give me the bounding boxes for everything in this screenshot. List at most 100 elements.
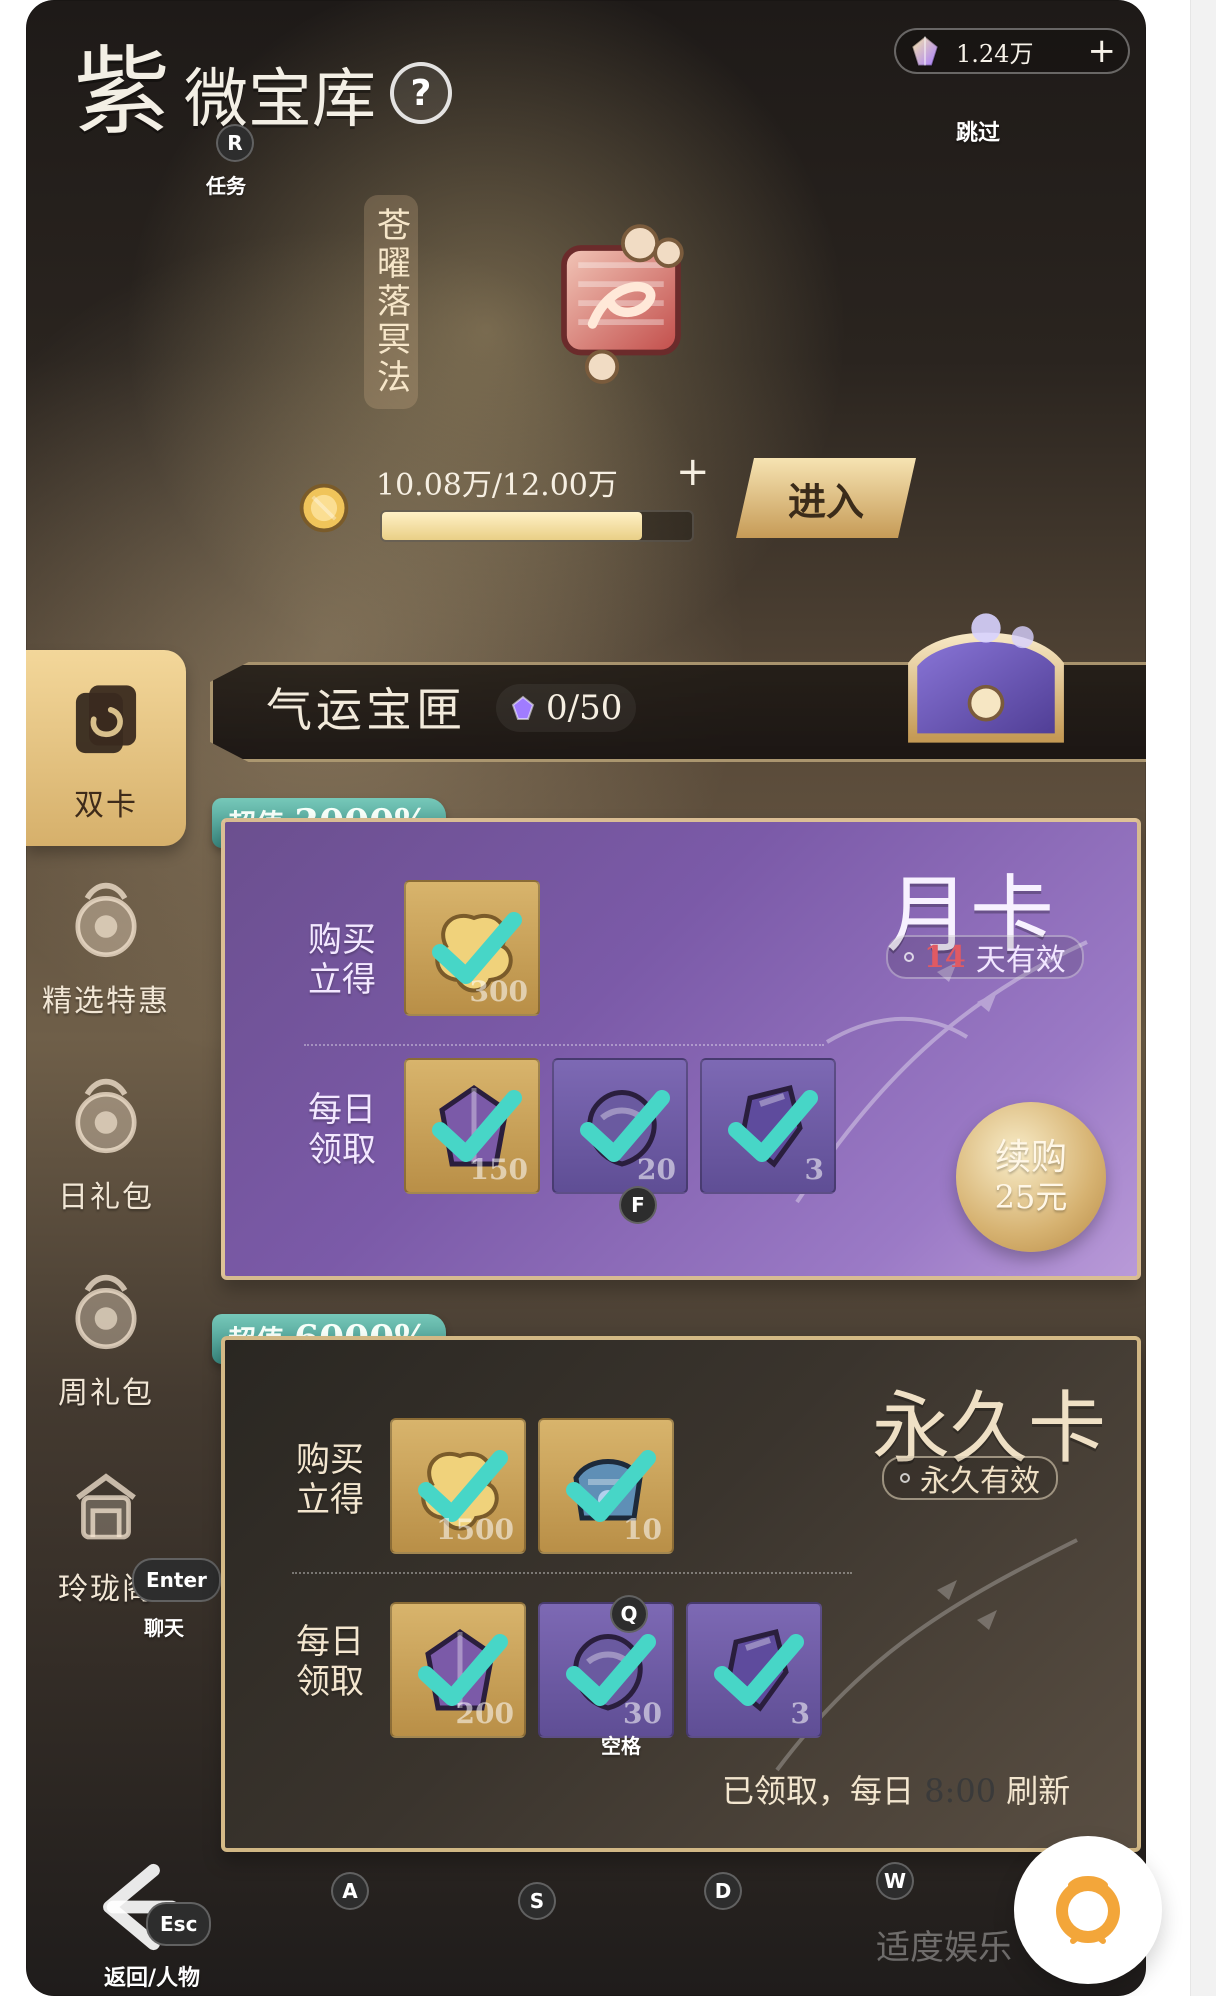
progress-add-button[interactable]: + (676, 452, 710, 492)
r-key-hint: R (216, 124, 254, 162)
enter-key-hint: Enter (132, 1558, 221, 1602)
item-quantity: 10 (623, 1513, 662, 1546)
back-label[interactable]: 返回/人物 (104, 1960, 200, 1992)
buy-label-line1: 购买 (308, 920, 376, 960)
permanent-buy-item-slot[interactable]: 1500 (390, 1418, 526, 1554)
currency-pill: 1.24万 + (894, 28, 1130, 74)
floating-assistant-button[interactable] (1014, 1836, 1162, 1984)
item-quantity: 3 (790, 1697, 810, 1730)
monthly-days-remaining: 14 (924, 939, 966, 975)
progress-bar-fill (382, 512, 643, 540)
monthly-daily-item-slot[interactable]: 3 (700, 1058, 836, 1194)
permanent-buy-label: 购买 立得 (296, 1440, 364, 1520)
task-hint-label[interactable]: 任务 (206, 170, 246, 199)
scroll-relic-icon (561, 224, 684, 384)
money-bag-icon (75, 1078, 137, 1154)
item-quantity: 200 (455, 1697, 514, 1730)
claimed-prefix: 已领取，每日 (722, 1772, 915, 1810)
sidebar-label: 周礼包 (58, 1376, 154, 1411)
double-card-icon (75, 685, 137, 754)
sidebar-label: 精选特惠 (42, 984, 170, 1019)
dot-icon (904, 952, 914, 962)
money-bag-icon (75, 1274, 137, 1350)
d-key-hint: D (704, 1872, 742, 1910)
buy-label-line2: 立得 (308, 960, 376, 1000)
esc-key-hint: Esc (146, 1902, 212, 1946)
renew-line2: 25元 (994, 1178, 1068, 1216)
sidebar-label: 双卡 (74, 788, 138, 823)
game-frame: 紫 微宝库 ? 1.24万 + 跳过 R 任务 苍曜落冥法 10.08万/12.… (26, 0, 1146, 1996)
enter-button[interactable]: 进入 (736, 458, 916, 538)
money-bag-icon (75, 882, 137, 958)
s-key-hint: S (518, 1882, 556, 1920)
sidebar-label: 日礼包 (58, 1180, 154, 1215)
monthly-divider (304, 1044, 824, 1046)
claimed-suffix: 刷新 (1006, 1772, 1071, 1810)
buy-label-line1: 购买 (296, 1440, 364, 1480)
space-hint-label: 空格 (601, 1734, 641, 1758)
fortune-box-title: 气运宝匣 (266, 683, 466, 737)
title-area: 紫 微宝库 ? (74, 20, 452, 140)
purple-gem-icon (911, 35, 939, 67)
moderate-entertainment-note: 适度娱乐 (876, 1928, 1012, 1968)
daily-label-line1: 每日 (296, 1622, 364, 1662)
renew-monthly-card-button[interactable]: 续购 25元 (956, 1102, 1106, 1252)
permanent-validity-text: 永久有效 (920, 1464, 1040, 1499)
buy-label-line2: 立得 (296, 1480, 364, 1520)
relic-name: 苍曜落冥法 (370, 207, 411, 397)
claimed-status: 已领取，每日 8:00 刷新 (722, 1766, 1070, 1812)
page-gutter (1190, 0, 1216, 1996)
permanent-daily-item-slot[interactable]: 200 (390, 1602, 526, 1738)
relic-title-banner: 苍曜落冥法 (364, 195, 418, 409)
permanent-daily-label: 每日 领取 (296, 1622, 364, 1702)
a-key-hint: A (331, 1872, 369, 1910)
permanent-divider (292, 1572, 852, 1574)
fortune-box-count: 0/50 (546, 688, 623, 728)
item-quantity: 3 (804, 1153, 824, 1186)
pavilion-icon (76, 1473, 136, 1540)
permanent-validity: 永久有效 (882, 1456, 1058, 1500)
progress-bar-track (380, 510, 694, 542)
monthly-validity: 14 天有效 (886, 935, 1084, 979)
monthly-validity-suffix: 天有效 (975, 943, 1066, 978)
skip-button[interactable]: 跳过 (956, 115, 1000, 147)
currency-value: 1.24万 (956, 39, 1034, 68)
left-sidebar: 双卡 精选特惠 日礼包 周礼包 玲珑阁 (26, 650, 186, 1996)
monthly-daily-label: 每日 领取 (308, 1090, 376, 1170)
f-key-hint: F (619, 1186, 657, 1224)
monthly-buy-item-slot[interactable]: 300 (404, 880, 540, 1016)
sidebar-item-featured-deals[interactable]: 精选特惠 (26, 846, 186, 1042)
fortune-box-counter: 0/50 (496, 684, 637, 732)
progress-text: 10.08万/12.00万 (376, 468, 618, 503)
gold-coin-icon (299, 483, 349, 533)
q-key-hint: Q (610, 1595, 648, 1633)
renew-line1: 续购 (994, 1137, 1067, 1178)
purple-gem-icon (511, 695, 535, 720)
title-big: 紫 (74, 36, 170, 148)
monthly-buy-label: 购买 立得 (308, 920, 376, 1000)
item-quantity: 1500 (436, 1513, 514, 1546)
title-rest: 微宝库 (184, 63, 376, 137)
help-button[interactable]: ? (390, 62, 452, 124)
item-quantity: 150 (469, 1153, 528, 1186)
add-currency-button[interactable]: + (1088, 34, 1117, 68)
sidebar-item-daily-pack[interactable]: 日礼包 (26, 1042, 186, 1238)
daily-label-line2: 领取 (296, 1662, 364, 1702)
assistant-mascot-icon (1056, 1876, 1120, 1944)
item-quantity: 20 (637, 1153, 676, 1186)
permanent-buy-item-slot[interactable]: 10 (538, 1418, 674, 1554)
daily-label-line2: 领取 (308, 1130, 376, 1170)
dot-icon (900, 1473, 910, 1483)
monthly-daily-item-slot[interactable]: 150 (404, 1058, 540, 1194)
sidebar-item-double-card[interactable]: 双卡 (26, 650, 186, 846)
daily-label-line1: 每日 (308, 1090, 376, 1130)
claimed-time: 8:00 (924, 1772, 997, 1810)
treasure-chest-icon[interactable] (876, 598, 1096, 768)
permanent-daily-item-slot[interactable]: 30 (538, 1602, 674, 1738)
monthly-daily-item-slot[interactable]: 20 (552, 1058, 688, 1194)
item-quantity: 300 (469, 975, 528, 1008)
item-quantity: 30 (623, 1697, 662, 1730)
sidebar-item-weekly-pack[interactable]: 周礼包 (26, 1238, 186, 1434)
permanent-daily-item-slot[interactable]: 3 (686, 1602, 822, 1738)
chat-hint-label[interactable]: 聊天 (144, 1612, 184, 1641)
